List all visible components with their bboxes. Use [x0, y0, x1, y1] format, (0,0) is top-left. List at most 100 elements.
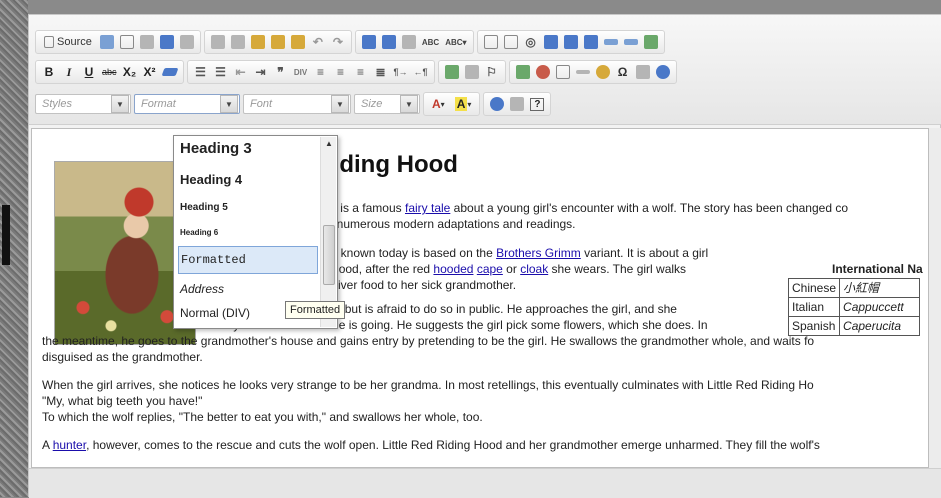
bold-button[interactable]: B	[40, 63, 58, 81]
smiley-button[interactable]	[594, 63, 612, 81]
brothers-grimm-link[interactable]: Brothers Grimm	[496, 246, 581, 260]
fairy-tale-link[interactable]: fairy tale	[405, 201, 450, 215]
spellcheck-button[interactable]: ABC	[420, 33, 441, 51]
align-center-button[interactable]: ≡	[332, 63, 350, 81]
format-option-heading-3[interactable]: Heading 3	[178, 140, 318, 157]
paragraph-line-4: ding Hood, after the red hooded cape or …	[304, 262, 686, 276]
align-right-icon: ≡	[357, 65, 365, 79]
chevron-up-icon[interactable]: ▲	[325, 139, 333, 148]
text-run: about a young girl's encounter with a wo…	[450, 201, 848, 215]
size-combo[interactable]: Size ▼	[354, 94, 420, 114]
textarea-button[interactable]	[562, 33, 580, 51]
bulleted-list-button[interactable]: ☰	[212, 63, 230, 81]
about-button[interactable]: ?	[528, 95, 546, 113]
text-run: or	[502, 262, 521, 276]
toolbar-row-1: Source ↶ ↷ ABC ABC▾ ◎	[35, 29, 665, 55]
dropdown-scroll-thumb[interactable]	[323, 225, 335, 285]
underline-button[interactable]: U	[80, 63, 98, 81]
form-button[interactable]	[482, 33, 500, 51]
blockquote-button[interactable]: ❞	[272, 63, 290, 81]
table-row: Chinese 小紅帽	[787, 278, 921, 298]
ltr-button[interactable]: ¶→	[392, 63, 410, 81]
print-button[interactable]	[158, 33, 176, 51]
horizontal-rule-button[interactable]	[574, 63, 592, 81]
hooded-link[interactable]: hooded	[433, 262, 473, 276]
redo-button[interactable]: ↷	[329, 33, 347, 51]
editor-toolbars: Source ↶ ↷ ABC ABC▾ ◎ B I U abc X₂ X² ☰ …	[29, 15, 941, 125]
outdent-button[interactable]: ⇤	[232, 63, 250, 81]
save-button[interactable]	[98, 33, 116, 51]
spellcheck-as-you-type-button[interactable]: ABC▾	[443, 33, 468, 51]
table-cell-language: Spanish	[787, 316, 841, 336]
remove-format-button[interactable]	[161, 63, 179, 81]
superscript-icon: X²	[143, 65, 156, 79]
bg-color-button[interactable]: A ▾	[451, 95, 476, 113]
templates-button[interactable]	[178, 33, 196, 51]
hidden-field-button[interactable]	[642, 33, 660, 51]
new-page-button[interactable]	[118, 33, 136, 51]
numbered-list-button[interactable]: ☰	[192, 63, 210, 81]
image-button[interactable]	[514, 63, 532, 81]
textfield-button[interactable]	[542, 33, 560, 51]
preview-button[interactable]	[138, 33, 156, 51]
anchor-button[interactable]: ⚐	[483, 63, 501, 81]
special-char-button[interactable]: Ω	[614, 63, 632, 81]
rtl-button[interactable]: ←¶	[412, 63, 430, 81]
iframe-button[interactable]	[654, 63, 672, 81]
international-names-table: Chinese 小紅帽 Italian Cappuccett Spanish C…	[787, 278, 921, 336]
dropdown-scrollbar[interactable]: ▲	[320, 137, 336, 327]
styles-combo[interactable]: Styles ▼	[35, 94, 131, 114]
text-run: disguised as the grandmother.	[42, 350, 203, 364]
text-run: variant. It is about a girl	[580, 246, 709, 260]
content-scrollbar[interactable]	[929, 128, 941, 468]
text-color-button[interactable]: A ▾	[428, 95, 449, 113]
paste-word-button[interactable]	[289, 33, 307, 51]
checkbox-button[interactable]	[502, 33, 520, 51]
clipboard-group: ↶ ↷	[203, 30, 352, 54]
radio-button[interactable]: ◎	[522, 33, 540, 51]
subscript-button[interactable]: X₂	[121, 63, 139, 81]
flash-button[interactable]	[534, 63, 552, 81]
chevron-down-icon: ▼	[111, 95, 129, 113]
maximize-button[interactable]	[488, 95, 506, 113]
strike-button[interactable]: abc	[100, 63, 119, 81]
button-field-button[interactable]	[602, 33, 620, 51]
chevron-down-icon: ▾	[467, 99, 472, 109]
font-combo[interactable]: Font ▼	[243, 94, 351, 114]
image-button-button[interactable]	[622, 33, 640, 51]
replace-button[interactable]	[380, 33, 398, 51]
link-button[interactable]	[443, 63, 461, 81]
copy-button[interactable]	[229, 33, 247, 51]
undo-button[interactable]: ↶	[309, 33, 327, 51]
source-button[interactable]: Source	[40, 33, 96, 51]
div-button[interactable]: DIV	[292, 63, 310, 81]
select-all-button[interactable]	[400, 33, 418, 51]
table-button[interactable]	[554, 63, 572, 81]
hunter-link[interactable]: hunter	[53, 438, 86, 452]
text-run: When the girl arrives, she notices he lo…	[42, 378, 814, 392]
editor-content[interactable]: d Riding Hood Hood" is a famous fairy ta…	[31, 128, 929, 468]
format-option-heading-6[interactable]: Heading 6	[178, 228, 318, 237]
cape-link[interactable]: cape	[477, 262, 503, 276]
align-right-button[interactable]: ≡	[352, 63, 370, 81]
format-option-formatted[interactable]: Formatted	[178, 246, 318, 274]
find-button[interactable]	[360, 33, 378, 51]
format-option-heading-5[interactable]: Heading 5	[178, 202, 318, 213]
format-option-address[interactable]: Address	[178, 282, 318, 296]
italic-button[interactable]: I	[60, 63, 78, 81]
paste-button[interactable]	[249, 33, 267, 51]
cloak-link[interactable]: cloak	[520, 262, 548, 276]
maximize-icon	[490, 97, 505, 111]
show-blocks-button[interactable]	[508, 95, 526, 113]
superscript-button[interactable]: X²	[141, 63, 159, 81]
justify-button[interactable]: ≣	[372, 63, 390, 81]
cut-button[interactable]	[209, 33, 227, 51]
format-combo[interactable]: Format ▼	[134, 94, 240, 114]
unlink-button[interactable]	[463, 63, 481, 81]
select-field-button[interactable]	[582, 33, 600, 51]
align-left-button[interactable]: ≡	[312, 63, 330, 81]
paste-text-button[interactable]	[269, 33, 287, 51]
format-option-heading-4[interactable]: Heading 4	[178, 172, 318, 187]
page-break-button[interactable]	[634, 63, 652, 81]
indent-button[interactable]: ⇥	[252, 63, 270, 81]
